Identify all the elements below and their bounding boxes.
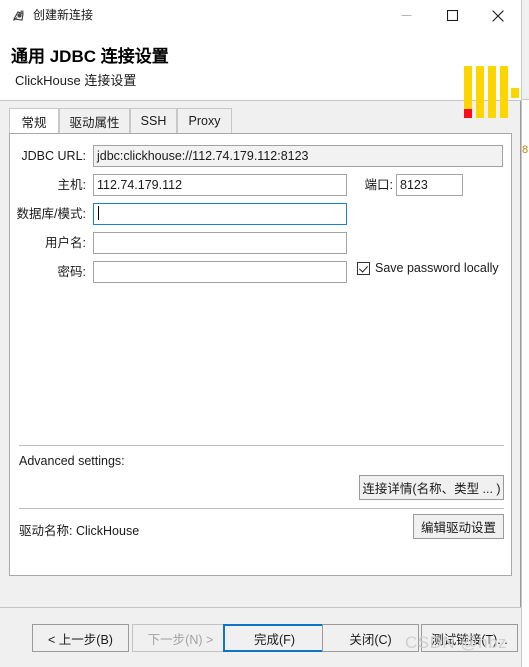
create-new-connection-dialog: 创建新连接 通用 JDBC 连接设置 ClickHouse 连接设置 常规 驱动… (0, 0, 521, 667)
tab-proxy[interactable]: Proxy (177, 108, 232, 134)
minimize-button[interactable] (383, 0, 429, 31)
port-input[interactable]: 8123 (396, 174, 463, 196)
background-window-titlebar (522, 0, 529, 100)
watermark: CSDN @nbz (405, 633, 508, 652)
page-subtitle: ClickHouse 连接设置 (15, 73, 137, 88)
close-icon (492, 9, 504, 22)
driver-separator (19, 508, 504, 509)
tab-driver-properties[interactable]: 驱动属性 (59, 108, 130, 134)
connection-details-button[interactable]: 连接详情(名称、类型 ... ) (359, 475, 504, 500)
logo-bar-3 (488, 66, 496, 118)
host-input[interactable]: 112.74.179.112 (93, 174, 347, 196)
database-label: 数据库/模式: (16, 207, 86, 221)
background-window: 8 (521, 0, 529, 667)
password-input[interactable] (93, 261, 347, 283)
title-bar: 创建新连接 (0, 0, 521, 31)
general-tab-panel: JDBC URL: jdbc:clickhouse://112.74.179.1… (9, 133, 512, 576)
wizard-header: 通用 JDBC 连接设置 ClickHouse 连接设置 (0, 31, 521, 118)
maximize-button[interactable] (429, 0, 475, 31)
database-input[interactable] (93, 203, 347, 225)
advanced-separator (19, 445, 504, 446)
port-label: 端口: (364, 178, 393, 192)
tab-ssh-label: SSH (140, 114, 167, 128)
new-connection-icon (11, 8, 27, 24)
background-window-glyph: 8 (522, 144, 529, 156)
tab-proxy-label: Proxy (188, 114, 221, 128)
text-caret (98, 206, 99, 220)
edit-driver-settings-button[interactable]: 编辑驱动设置 (413, 514, 504, 539)
save-password-label: Save password locally (375, 261, 499, 275)
jdbc-url-input[interactable]: jdbc:clickhouse://112.74.179.112:8123 (93, 145, 503, 167)
advanced-settings-label: Advanced settings: (19, 454, 125, 468)
logo-accent-square (464, 109, 472, 118)
next-button: 下一步(N) > (132, 624, 229, 652)
driver-name-label: 驱动名称: ClickHouse (19, 524, 140, 538)
host-label: 主机: (57, 178, 86, 192)
tab-general[interactable]: 常规 (9, 108, 59, 134)
finish-button[interactable]: 完成(F) (223, 624, 326, 652)
username-label: 用户名: (45, 236, 86, 250)
maximize-icon (446, 10, 458, 21)
tab-ssh[interactable]: SSH (130, 108, 177, 134)
logo-bar-2 (476, 66, 484, 118)
back-button[interactable]: < 上一步(B) (32, 624, 129, 652)
password-label: 密码: (57, 265, 86, 279)
checkbox-checked-icon (357, 261, 370, 275)
close-button[interactable] (475, 0, 521, 31)
minimize-icon (401, 15, 411, 16)
save-password-checkbox[interactable]: Save password locally (357, 258, 499, 278)
tab-driver-properties-label: 驱动属性 (69, 115, 120, 130)
logo-bar-4 (500, 66, 508, 118)
jdbc-url-label: JDBC URL: (21, 149, 86, 163)
logo-side-square (511, 88, 519, 98)
page-title: 通用 JDBC 连接设置 (11, 47, 169, 66)
dbeaver-logo-icon (464, 66, 519, 121)
window-title: 创建新连接 (33, 8, 94, 22)
username-input[interactable] (93, 232, 347, 254)
tab-general-label: 常规 (21, 115, 47, 130)
